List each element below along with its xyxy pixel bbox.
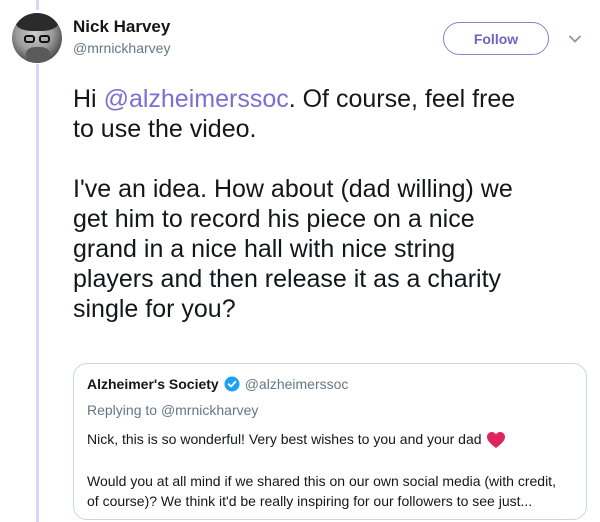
author-name[interactable]: Nick Harvey	[73, 17, 170, 37]
avatar[interactable]	[12, 13, 62, 63]
tweet-text-line1: . Of course, feel free	[288, 85, 516, 113]
author-handle[interactable]: @mrnickharvey	[73, 40, 170, 56]
quoted-body-1-text: Nick, this is so wonderful! Very best wi…	[87, 431, 482, 447]
avatar-glasses	[24, 35, 52, 44]
red-heart-icon	[486, 431, 505, 448]
verified-badge-icon	[224, 376, 240, 392]
quoted-tweet-body-1: Nick, this is so wonderful! Very best wi…	[87, 430, 577, 449]
quoted-tweet[interactable]: Alzheimer's Society @alzheimerssoc Reply…	[73, 363, 587, 520]
mention-link[interactable]: @alzheimerssoc	[104, 85, 289, 113]
thread-line	[36, 64, 39, 522]
tweet-paragraph-2: I've an idea. How about (dad willing) we…	[73, 175, 513, 323]
tweet-text-prefix: Hi	[73, 85, 104, 113]
avatar-hair	[16, 13, 58, 31]
chevron-down-icon[interactable]	[568, 32, 582, 46]
replying-to-label: Replying to	[87, 402, 158, 418]
replying-to-handle: @mrnickharvey	[160, 402, 259, 418]
quoted-tweet-header: Alzheimer's Society @alzheimerssoc	[87, 376, 348, 392]
thread-line-top	[36, 0, 39, 10]
replying-to: Replying to @mrnickharvey	[87, 402, 258, 418]
tweet-text-line2: to use the video.	[73, 115, 257, 143]
quoted-tweet-body-2: Would you at all mind if we shared this …	[87, 473, 556, 509]
avatar-beard	[26, 47, 50, 63]
quoted-author-name: Alzheimer's Society	[87, 376, 219, 392]
quoted-author-handle: @alzheimerssoc	[244, 376, 349, 392]
follow-button[interactable]: Follow	[443, 22, 549, 55]
tweet-text: Hi @alzheimerssoc. Of course, feel free …	[73, 84, 588, 324]
